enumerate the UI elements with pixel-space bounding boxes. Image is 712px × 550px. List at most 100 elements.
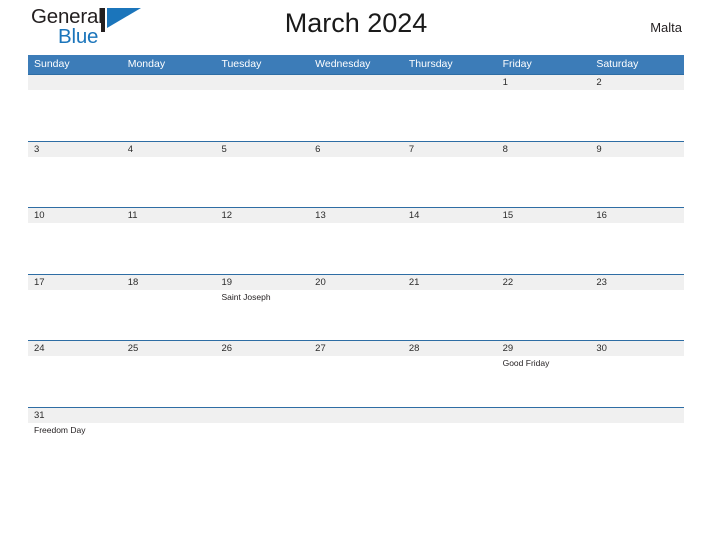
weekday-header-row: Sunday Monday Tuesday Wednesday Thursday… <box>28 55 684 74</box>
weekday-header-sunday: Sunday <box>34 58 70 70</box>
day-number: 17 <box>34 276 45 288</box>
day-number: 15 <box>502 210 514 221</box>
calendar-day-cell[interactable] <box>403 75 497 141</box>
calendar-day-cell[interactable]: 12 <box>215 208 309 274</box>
day-number <box>128 75 216 90</box>
calendar-day-cell[interactable] <box>590 408 684 474</box>
calendar-day-cell[interactable]: 25 <box>122 341 216 407</box>
day-number: 26 <box>221 343 233 354</box>
calendar-day-cell[interactable] <box>215 75 309 141</box>
day-number <box>596 408 684 423</box>
calendar-day-cell[interactable]: 22 <box>497 275 591 341</box>
day-number: 8 <box>502 143 508 155</box>
day-number: 7 <box>408 143 415 155</box>
day-number <box>34 75 122 90</box>
day-number: 2 <box>596 77 602 88</box>
day-number: 28 <box>408 343 420 354</box>
page-header: General Blue March 2024 Malta <box>28 0 684 55</box>
calendar-day-cell[interactable]: 7 <box>403 142 497 208</box>
calendar-day-cell[interactable]: 15 <box>497 208 591 274</box>
day-number: 16 <box>596 210 607 221</box>
calendar-day-cell[interactable]: 1 <box>497 75 591 141</box>
day-number: 23 <box>596 276 607 288</box>
calendar-week-row: 3 4 5 6 7 8 9 <box>28 140 684 208</box>
day-number: 20 <box>315 276 326 288</box>
calendar-day-cell[interactable]: 3 <box>28 142 122 208</box>
calendar-day-cell[interactable] <box>309 75 403 141</box>
calendar-day-cell[interactable]: 29 Good Friday <box>497 341 591 407</box>
day-number <box>409 408 497 423</box>
calendar-day-cell[interactable] <box>497 408 591 474</box>
calendar-day-cell[interactable]: 18 <box>122 275 216 341</box>
day-event: Saint Joseph <box>221 291 271 302</box>
calendar-day-cell[interactable]: 10 <box>28 208 122 274</box>
calendar-week-row: 10 11 12 13 14 15 16 <box>28 207 684 274</box>
calendar-day-cell[interactable]: 24 <box>28 341 122 407</box>
calendar-day-cell[interactable]: 13 <box>309 208 403 274</box>
calendar-day-cell[interactable] <box>215 408 309 474</box>
region-label: Malta <box>650 20 682 35</box>
calendar-day-cell[interactable]: 21 <box>403 275 497 341</box>
day-number: 1 <box>502 77 508 88</box>
calendar-day-cell[interactable]: 28 <box>403 341 497 407</box>
day-number: 11 <box>127 210 138 221</box>
day-number: 22 <box>502 276 514 288</box>
day-number: 13 <box>315 210 326 221</box>
page-title: March 2024 <box>284 8 428 38</box>
calendar-day-cell[interactable]: 9 <box>590 142 684 208</box>
calendar-day-cell[interactable]: 11 <box>122 208 216 274</box>
calendar-week-row: 17 18 19 Saint Joseph 20 21 22 23 <box>28 273 684 341</box>
day-number: 25 <box>127 343 139 354</box>
calendar-day-cell[interactable] <box>403 408 497 474</box>
calendar-day-cell[interactable]: 19 Saint Joseph <box>215 275 309 341</box>
calendar-day-cell[interactable]: 2 <box>590 75 684 141</box>
calendar-day-cell[interactable]: 31 Freedom Day <box>28 408 122 474</box>
day-number <box>315 408 403 423</box>
day-number: 31 <box>34 409 45 421</box>
calendar-day-cell[interactable] <box>122 75 216 141</box>
calendar-day-cell[interactable]: 26 <box>215 341 309 407</box>
calendar-day-cell[interactable]: 14 <box>403 208 497 274</box>
calendar-day-cell[interactable]: 16 <box>590 208 684 274</box>
calendar-week-row: 1 2 <box>28 74 684 141</box>
calendar-day-cell[interactable] <box>28 75 122 141</box>
weekday-header-friday: Friday <box>502 58 532 70</box>
day-event: Good Friday <box>502 358 550 368</box>
day-number: 29 <box>502 343 514 354</box>
calendar-day-cell[interactable]: 20 <box>309 275 403 341</box>
day-number: 3 <box>34 143 40 155</box>
calendar-day-cell[interactable] <box>122 408 216 474</box>
day-number <box>221 75 309 90</box>
day-number: 30 <box>596 343 607 354</box>
calendar-day-cell[interactable] <box>309 408 403 474</box>
weekday-header-wednesday: Wednesday <box>315 58 371 70</box>
day-number: 10 <box>34 210 45 221</box>
calendar-grid: Sunday Monday Tuesday Wednesday Thursday… <box>28 55 684 473</box>
weekday-header-monday: Monday <box>127 58 166 70</box>
weekday-header-thursday: Thursday <box>408 58 453 70</box>
calendar-day-cell[interactable]: 30 <box>590 341 684 407</box>
weekday-header-tuesday: Tuesday <box>221 58 262 70</box>
calendar-day-cell[interactable]: 5 <box>215 142 309 208</box>
day-number <box>409 75 497 90</box>
day-number: 19 <box>221 276 233 288</box>
day-number: 27 <box>315 343 326 354</box>
calendar-day-cell[interactable]: 8 <box>497 142 591 208</box>
day-number: 4 <box>127 143 134 155</box>
day-number: 24 <box>34 343 45 354</box>
day-number: 9 <box>596 143 602 155</box>
day-number: 12 <box>221 210 233 221</box>
calendar-day-cell[interactable]: 4 <box>122 142 216 208</box>
calendar-day-cell[interactable]: 23 <box>590 275 684 341</box>
day-number: 18 <box>127 276 139 288</box>
calendar-day-cell[interactable]: 27 <box>309 341 403 407</box>
calendar-week-row: 31 Freedom Day <box>28 406 684 474</box>
calendar-day-cell[interactable]: 17 <box>28 275 122 341</box>
day-number <box>221 408 309 423</box>
day-number <box>128 408 216 423</box>
day-number: 21 <box>408 276 420 288</box>
calendar-week-row: 24 25 26 27 28 29 Good Friday 30 <box>28 340 684 407</box>
day-number: 14 <box>408 210 420 221</box>
weekday-header-saturday: Saturday <box>596 58 639 70</box>
calendar-day-cell[interactable]: 6 <box>309 142 403 208</box>
